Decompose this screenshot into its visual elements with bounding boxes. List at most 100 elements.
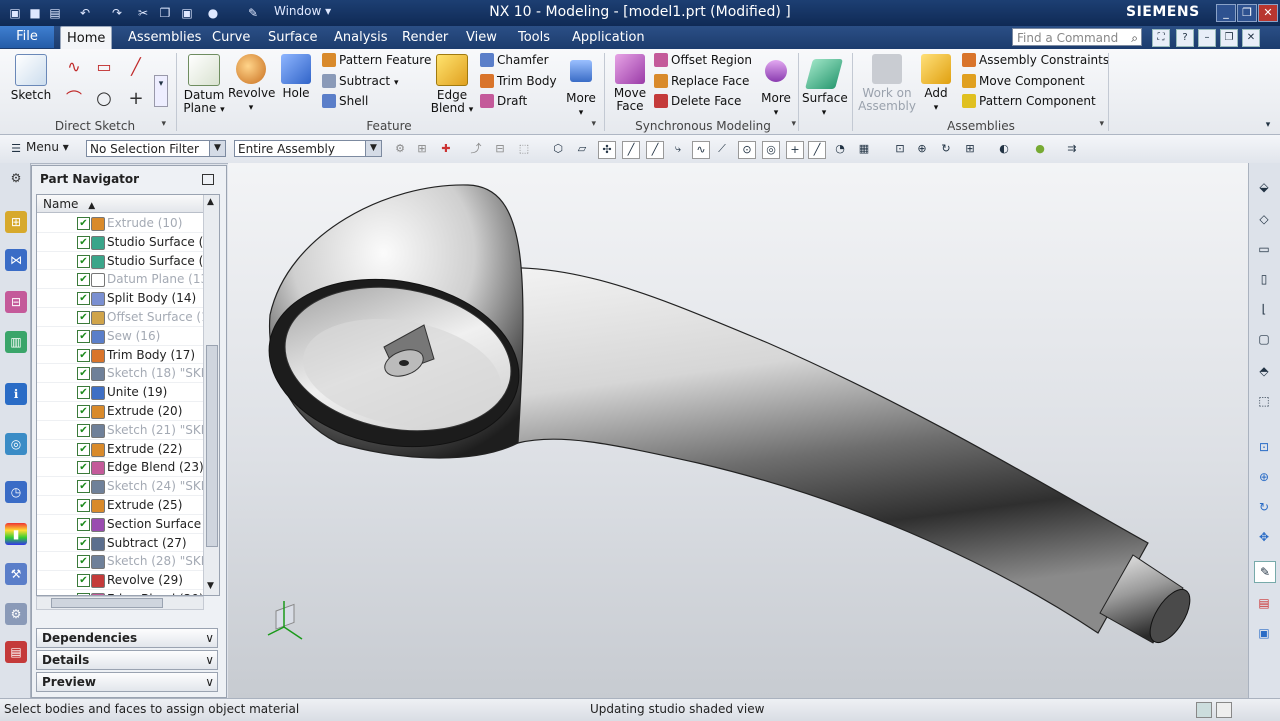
tree-row[interactable]: ✔ Sketch (18) "SKET — [37, 364, 203, 384]
add-component-button[interactable]: Add ▾ — [918, 54, 954, 115]
rotate-view-icon[interactable]: ↻ — [1254, 497, 1274, 517]
circle-icon[interactable]: ○ — [96, 90, 112, 108]
menu-button[interactable]: Menu ▾ — [26, 140, 69, 154]
horizontal-scrollbar[interactable] — [36, 596, 204, 610]
work-on-assembly-button[interactable]: Work on Assembly — [858, 54, 916, 113]
tree-row[interactable]: ✔ Sketch (28) "SKET — [37, 552, 203, 572]
tree-row[interactable]: ✔ Extrude (10) — [37, 214, 203, 233]
graphics-viewport[interactable] — [228, 163, 1248, 698]
tree-row[interactable]: ✔ Revolve (29) — [37, 571, 203, 590]
part-navigator-icon[interactable]: ⊟ — [5, 291, 27, 313]
tree-row[interactable]: ✔ Section Surface ( — [37, 515, 203, 534]
tree-row[interactable]: ✔ Sketch (21) "SKET — [37, 421, 203, 440]
visibility-checkbox[interactable]: ✔ — [77, 555, 90, 569]
pan-icon[interactable]: ✥ — [1254, 527, 1274, 547]
minimize-button[interactable]: _ — [1216, 4, 1236, 22]
tree-row[interactable]: ✔ Extrude (20) — [37, 402, 203, 421]
pattern-feature-button[interactable]: Pattern Feature — [322, 51, 431, 69]
tree-row[interactable]: ✔ Split Body (14) — [37, 289, 203, 308]
tree-row[interactable]: ✔ Edge Blend (23) — [37, 458, 203, 478]
curve-rule-icon[interactable]: ⤴ — [468, 141, 484, 157]
scrollbar-thumb[interactable] — [206, 345, 218, 547]
rectangle-icon[interactable]: ▭ — [96, 59, 112, 75]
snap-point-on-surface-icon[interactable]: ◔ — [832, 141, 848, 157]
tab-surface[interactable]: Surface — [262, 26, 324, 49]
restore-button[interactable]: ❐ — [1237, 4, 1257, 22]
shell-button[interactable]: Shell — [322, 92, 368, 110]
snap-tangent-icon[interactable]: ⟋ — [714, 141, 730, 157]
edge-blend-button[interactable]: Edge Blend ▾ — [430, 54, 474, 117]
replace-face-button[interactable]: Replace Face — [654, 72, 749, 90]
gear-icon[interactable]: ⚙ — [5, 167, 27, 189]
snap-endpoint-icon[interactable]: ╱ — [622, 141, 640, 159]
top-view-icon[interactable]: ▭ — [1254, 239, 1274, 259]
history-icon[interactable]: ◷ — [5, 481, 27, 503]
visibility-checkbox[interactable]: ✔ — [77, 405, 90, 418]
zoom-icon[interactable]: ⊕ — [1254, 467, 1274, 487]
trimetric-view-icon[interactable]: ⬙ — [1254, 177, 1274, 197]
visibility-checkbox[interactable]: ✔ — [77, 517, 90, 531]
visibility-checkbox[interactable]: ✔ — [77, 254, 90, 268]
snap-point-icon[interactable]: ✣ — [598, 141, 616, 159]
visibility-checkbox[interactable]: ✔ — [77, 329, 90, 343]
point-icon[interactable]: + — [128, 90, 144, 108]
visibility-checkbox[interactable]: ✔ — [77, 574, 90, 588]
scroll-down-icon[interactable]: ▼ — [207, 581, 214, 591]
render-style-icon[interactable]: ◐ — [996, 141, 1012, 157]
fit-icon[interactable]: ⊡ — [1254, 437, 1274, 457]
snap-existing-point-icon[interactable]: + — [786, 141, 804, 159]
clip-view-icon[interactable]: ▣ — [1254, 623, 1274, 643]
visibility-checkbox[interactable]: ✔ — [77, 499, 90, 512]
tab-view[interactable]: View — [460, 26, 503, 49]
fullscreen-icon[interactable]: ⛶ — [1152, 29, 1170, 47]
profile-icon[interactable]: ∿ — [66, 59, 82, 75]
tree-row[interactable]: ✔ Unite (19) — [37, 383, 203, 402]
right-view-icon[interactable]: ⌊ — [1254, 299, 1274, 319]
tree-row[interactable]: ✔ Sketch (24) "SKET — [37, 477, 203, 496]
snap-midpoint-icon[interactable]: ╱ — [646, 141, 664, 159]
feature-selection-icon[interactable]: ⊞ — [414, 141, 430, 157]
status-toggle-icon[interactable] — [1216, 702, 1232, 718]
snap-control-icon[interactable]: ⤷ — [670, 141, 686, 157]
bottom-view-icon[interactable]: ⬘ — [1254, 361, 1274, 381]
close-button[interactable]: ✕ — [1258, 4, 1278, 22]
snap-intersection-icon[interactable]: ∿ — [692, 141, 710, 159]
role-icon[interactable]: ▤ — [5, 641, 27, 663]
visibility-checkbox[interactable]: ✔ — [77, 461, 90, 475]
status-cue-icon[interactable] — [1196, 702, 1212, 718]
selection-filter-select[interactable]: No Selection Filter ▼ — [86, 140, 226, 157]
zoom-icon[interactable]: ⊕ — [914, 141, 930, 157]
tab-home[interactable]: Home — [60, 26, 113, 51]
close-part-icon[interactable]: ✕ — [1242, 29, 1260, 47]
body-filter-icon[interactable]: ⬡ — [550, 141, 566, 157]
snap-arc-center-icon[interactable]: ⊙ — [738, 141, 756, 159]
fit-view-icon[interactable]: ⊡ — [892, 141, 908, 157]
help-icon[interactable]: ? — [1176, 29, 1194, 47]
preview-panel[interactable]: Preview ∨ — [36, 672, 218, 692]
manufacturing-wizard-icon[interactable]: ⚙ — [5, 603, 27, 625]
front-view-icon[interactable]: ▯ — [1254, 269, 1274, 289]
find-command-input[interactable]: Find a Command ⌕ — [1012, 28, 1142, 46]
process-studio-icon[interactable]: ⚒ — [5, 563, 27, 585]
sketch-button[interactable]: Sketch — [8, 54, 54, 102]
visibility-checkbox[interactable]: ✔ — [77, 311, 90, 324]
background-icon[interactable]: ● — [1032, 141, 1048, 157]
tab-analysis[interactable]: Analysis — [328, 26, 394, 49]
tree-row[interactable]: ✔ Datum Plane (13) — [37, 270, 203, 290]
reuse-library-icon[interactable]: ▥ — [5, 331, 27, 353]
feature-more-button[interactable]: More ▾ — [562, 54, 600, 120]
general-selection-icon[interactable]: ⚙ — [392, 141, 408, 157]
hole-button[interactable]: Hole — [276, 54, 316, 100]
tree-row[interactable]: ✔ Offset Surface (1 — [37, 308, 203, 327]
name-column-header[interactable]: Name ▲ — [37, 195, 203, 213]
restore-panel-icon[interactable] — [202, 174, 214, 185]
select-by-name-icon[interactable]: ✚ — [438, 141, 454, 157]
sheet-filter-icon[interactable]: ▱ — [574, 141, 590, 157]
datum-plane-button[interactable]: Datum Plane ▾ — [182, 54, 226, 117]
select-all-icon[interactable]: ⬚ — [516, 141, 532, 157]
shaded-with-edges-icon[interactable]: ▤ — [1254, 593, 1274, 613]
rotate-icon[interactable]: ↻ — [938, 141, 954, 157]
edit-section-icon[interactable]: ✎ — [1254, 561, 1276, 583]
tree-scrollbar[interactable]: ▲ ▼ — [203, 195, 219, 595]
constraint-navigator-icon[interactable]: ⋈ — [5, 249, 27, 271]
